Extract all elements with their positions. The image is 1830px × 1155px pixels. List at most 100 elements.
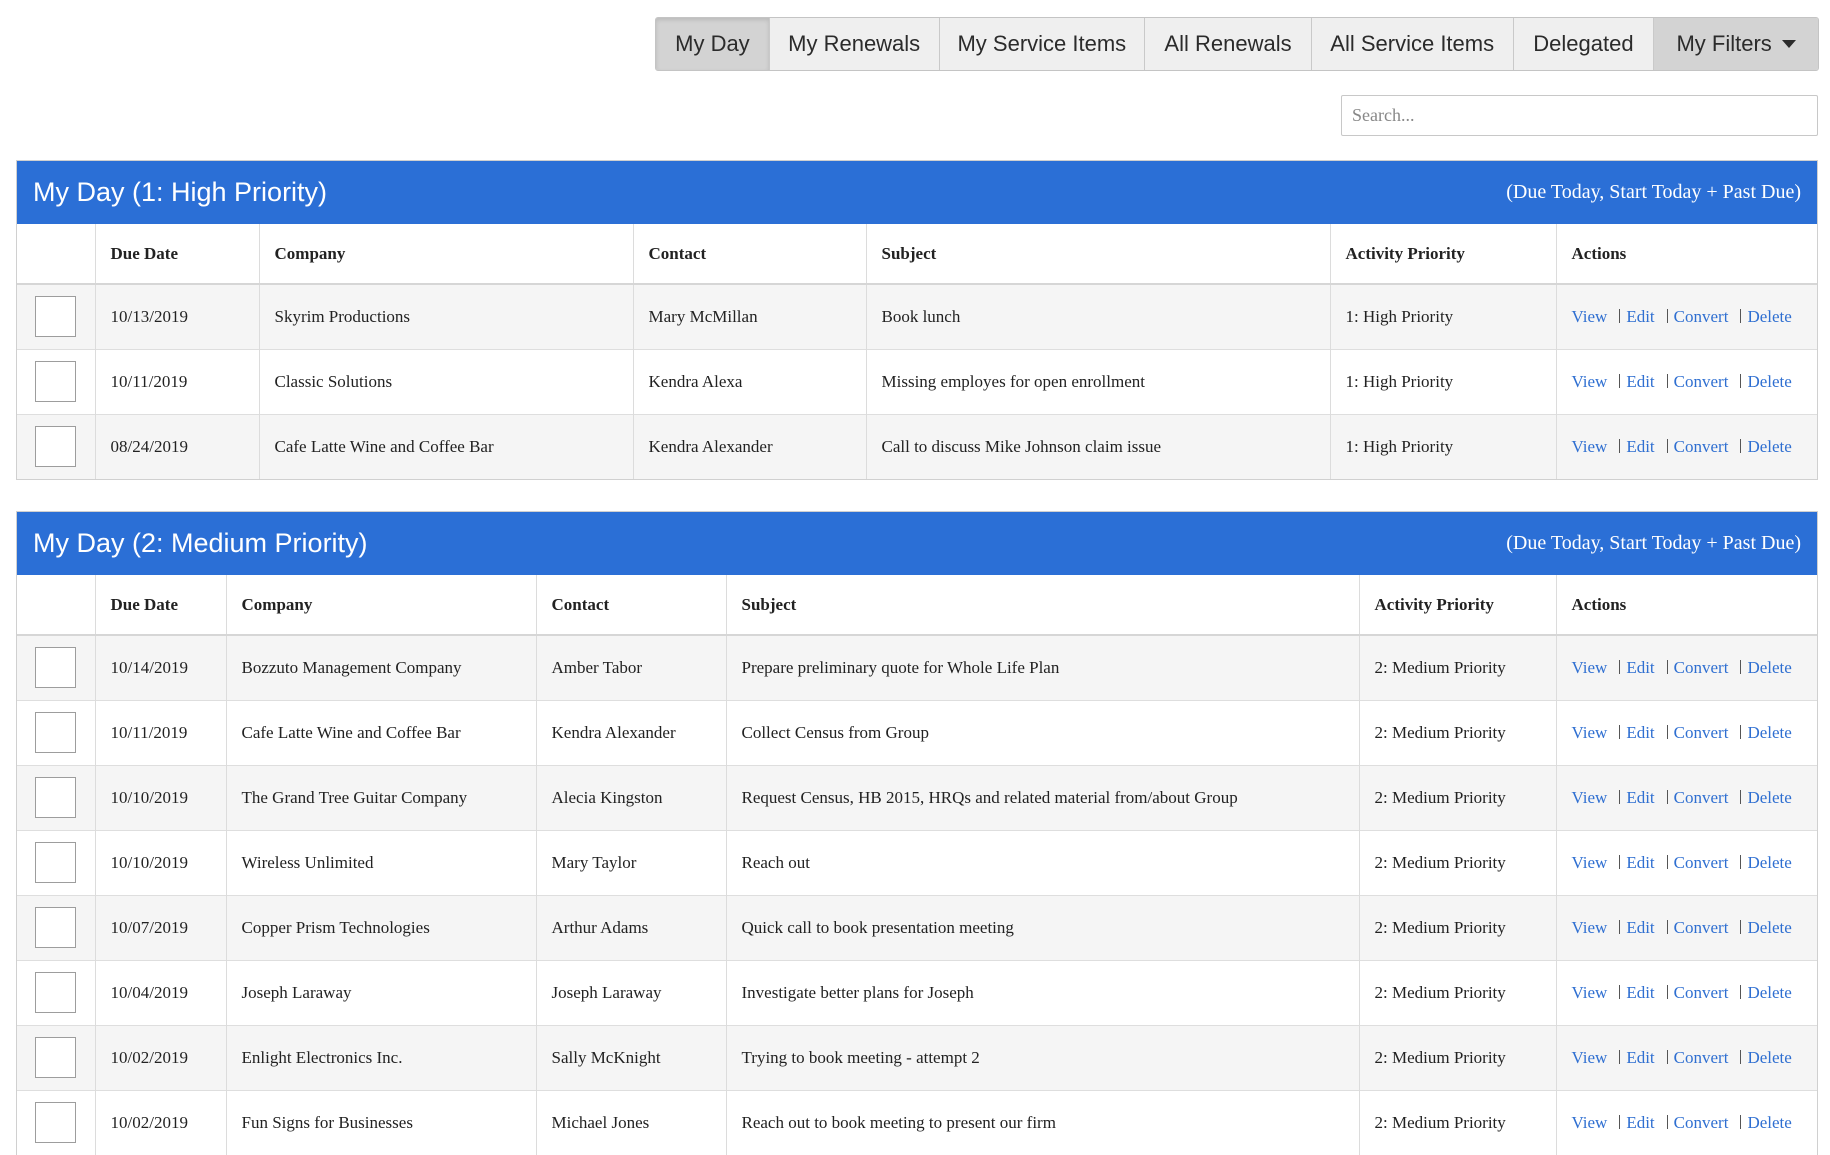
company-cell: Wireless Unlimited <box>226 830 537 895</box>
convert-link[interactable]: Convert <box>1674 372 1729 391</box>
row-checkbox[interactable] <box>35 647 77 689</box>
edit-link[interactable]: Edit <box>1626 1048 1654 1067</box>
action-divider <box>1619 789 1621 804</box>
delete-link[interactable]: Delete <box>1747 1113 1791 1132</box>
priority-cell: 2: Medium Priority <box>1359 960 1557 1025</box>
view-link[interactable]: View <box>1572 853 1608 872</box>
convert-link[interactable]: Convert <box>1674 658 1729 677</box>
row-checkbox[interactable] <box>35 907 77 948</box>
delete-link[interactable]: Delete <box>1747 918 1791 937</box>
view-link[interactable]: View <box>1572 788 1608 807</box>
row-checkbox[interactable] <box>35 777 77 818</box>
edit-link[interactable]: Edit <box>1626 723 1654 742</box>
priority-cell: 2: Medium Priority <box>1359 635 1557 700</box>
header-company[interactable]: Company <box>226 575 537 636</box>
header-activity-priority[interactable]: Activity Priority <box>1330 224 1557 285</box>
row-checkbox[interactable] <box>35 972 77 1013</box>
table-row: 10/11/2019 Cafe Latte Wine and Coffee Bar… <box>17 700 1817 765</box>
view-link[interactable]: View <box>1572 437 1608 456</box>
search-input[interactable] <box>1341 95 1818 136</box>
tab-my-service-items[interactable]: My Service Items <box>939 18 1146 70</box>
view-link[interactable]: View <box>1572 307 1608 326</box>
select-cell <box>17 700 96 765</box>
header-due-date[interactable]: Due Date <box>95 224 260 285</box>
edit-link[interactable]: Edit <box>1626 437 1654 456</box>
header-company[interactable]: Company <box>259 224 634 285</box>
activity-table: Due Date Company Contact Subject Activit… <box>17 224 1817 479</box>
due-date-cell: 10/02/2019 <box>95 1025 227 1090</box>
action-divider <box>1619 724 1621 739</box>
tab-my-renewals[interactable]: My Renewals <box>769 18 940 70</box>
actions-cell: View Edit Convert Delete <box>1556 700 1817 765</box>
row-checkbox[interactable] <box>35 712 77 753</box>
action-divider <box>1619 659 1621 674</box>
action-divider <box>1619 919 1621 934</box>
edit-link[interactable]: Edit <box>1626 372 1654 391</box>
due-date-cell: 10/14/2019 <box>95 635 227 700</box>
view-link[interactable]: View <box>1572 918 1608 937</box>
convert-link[interactable]: Convert <box>1674 983 1729 1002</box>
edit-link[interactable]: Edit <box>1626 658 1654 677</box>
edit-link[interactable]: Edit <box>1626 1113 1654 1132</box>
subject-cell: Book lunch <box>866 284 1331 349</box>
delete-link[interactable]: Delete <box>1747 437 1791 456</box>
tab-all-renewals[interactable]: All Renewals <box>1145 18 1312 70</box>
row-checkbox[interactable] <box>35 842 77 883</box>
view-link[interactable]: View <box>1572 1113 1608 1132</box>
edit-link[interactable]: Edit <box>1626 983 1654 1002</box>
delete-link[interactable]: Delete <box>1747 983 1791 1002</box>
select-cell <box>17 830 96 895</box>
delete-link[interactable]: Delete <box>1747 788 1791 807</box>
delete-link[interactable]: Delete <box>1747 658 1791 677</box>
convert-link[interactable]: Convert <box>1674 788 1729 807</box>
table-row: 10/02/2019 Enlight Electronics Inc. Sally … <box>17 1025 1817 1090</box>
convert-link[interactable]: Convert <box>1674 1048 1729 1067</box>
my-filters-dropdown[interactable]: My Filters <box>1654 18 1818 70</box>
convert-link[interactable]: Convert <box>1674 307 1729 326</box>
delete-link[interactable]: Delete <box>1747 723 1791 742</box>
tab-delegated[interactable]: Delegated <box>1513 18 1655 70</box>
row-checkbox[interactable] <box>35 361 77 402</box>
contact-cell: Sally McKnight <box>536 1025 727 1090</box>
edit-link[interactable]: Edit <box>1626 918 1654 937</box>
row-checkbox[interactable] <box>35 426 77 468</box>
header-due-date[interactable]: Due Date <box>95 575 227 636</box>
action-divider <box>1740 984 1742 999</box>
view-link[interactable]: View <box>1572 723 1608 742</box>
row-checkbox[interactable] <box>35 296 77 338</box>
edit-link[interactable]: Edit <box>1626 307 1654 326</box>
convert-link[interactable]: Convert <box>1674 918 1729 937</box>
header-contact[interactable]: Contact <box>536 575 727 636</box>
edit-link[interactable]: Edit <box>1626 853 1654 872</box>
row-checkbox[interactable] <box>35 1037 77 1078</box>
row-checkbox[interactable] <box>35 1102 77 1144</box>
tab-all-service-items[interactable]: All Service Items <box>1311 18 1514 70</box>
view-link[interactable]: View <box>1572 658 1608 677</box>
convert-link[interactable]: Convert <box>1674 1113 1729 1132</box>
convert-link[interactable]: Convert <box>1674 723 1729 742</box>
header-subject[interactable]: Subject <box>866 224 1331 285</box>
header-actions: Actions <box>1556 224 1817 285</box>
contact-cell: Michael Jones <box>536 1090 727 1155</box>
convert-link[interactable]: Convert <box>1674 853 1729 872</box>
edit-link[interactable]: Edit <box>1626 788 1654 807</box>
priority-cell: 1: High Priority <box>1330 414 1557 479</box>
company-cell: Skyrim Productions <box>259 284 634 349</box>
header-actions: Actions <box>1556 575 1817 636</box>
tab-my-day[interactable]: My Day <box>656 18 770 70</box>
view-link[interactable]: View <box>1572 983 1608 1002</box>
convert-link[interactable]: Convert <box>1674 437 1729 456</box>
section-header: My Day (2: Medium Priority) (Due Today, … <box>17 512 1817 575</box>
view-link[interactable]: View <box>1572 1048 1608 1067</box>
header-activity-priority[interactable]: Activity Priority <box>1359 575 1557 636</box>
priority-cell: 2: Medium Priority <box>1359 765 1557 830</box>
header-contact[interactable]: Contact <box>633 224 867 285</box>
header-subject[interactable]: Subject <box>726 575 1360 636</box>
view-link[interactable]: View <box>1572 372 1608 391</box>
actions-cell: View Edit Convert Delete <box>1556 414 1817 479</box>
delete-link[interactable]: Delete <box>1747 372 1791 391</box>
delete-link[interactable]: Delete <box>1747 1048 1791 1067</box>
delete-link[interactable]: Delete <box>1747 853 1791 872</box>
delete-link[interactable]: Delete <box>1747 307 1791 326</box>
company-cell: Cafe Latte Wine and Coffee Bar <box>226 700 537 765</box>
